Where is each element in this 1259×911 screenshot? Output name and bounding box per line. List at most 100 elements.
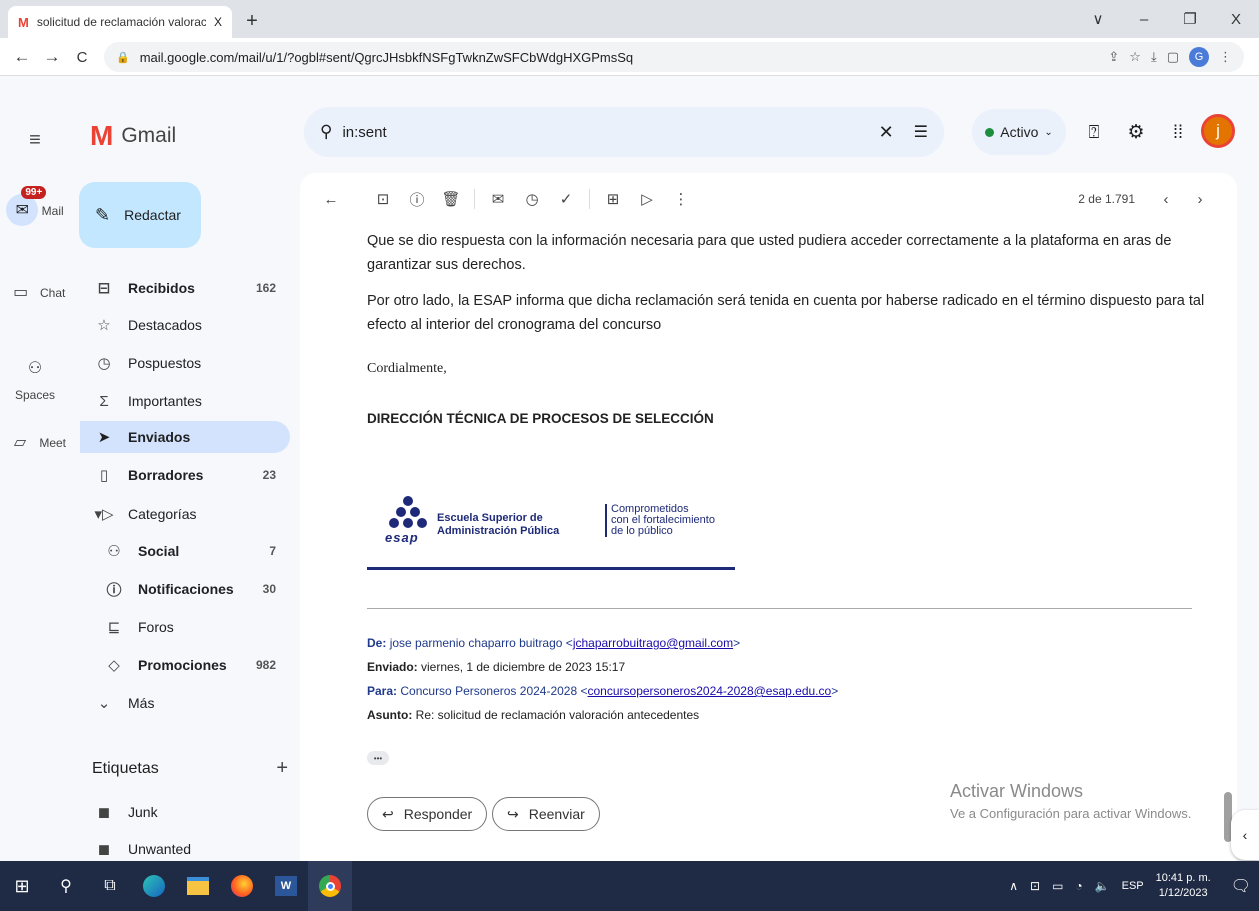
- side-panel-toggle-icon[interactable]: ‹: [1231, 810, 1259, 860]
- download-icon[interactable]: ⤓: [1151, 49, 1157, 65]
- reply-button[interactable]: ↩ Responder: [367, 797, 488, 831]
- add-label-icon[interactable]: +: [276, 757, 288, 780]
- sent-label: Enviado:: [367, 660, 418, 674]
- tab-close-icon[interactable]: X: [214, 15, 222, 29]
- archive-icon[interactable]: ⊡: [366, 182, 400, 216]
- notifications-icon[interactable]: 🗨: [1231, 876, 1251, 896]
- nav-updates[interactable]: ⓘ Notificaciones 30: [80, 573, 290, 605]
- windows-start-icon[interactable]: ⊞: [0, 861, 44, 911]
- task-view-icon[interactable]: ⧉: [88, 861, 132, 911]
- input-language[interactable]: ESP: [1122, 880, 1144, 892]
- newer-chevron-icon[interactable]: ‹: [1149, 182, 1183, 216]
- report-spam-icon[interactable]: ⓘ: [400, 182, 434, 216]
- apps-grid-icon[interactable]: ⁞⁞: [1166, 120, 1190, 144]
- tab-search-icon[interactable]: ∨: [1075, 0, 1121, 38]
- help-icon[interactable]: ⍰: [1082, 120, 1106, 144]
- delete-icon[interactable]: 🗑: [434, 182, 468, 216]
- browser-tab[interactable]: M solicitud de reclamación valorac X: [8, 6, 232, 38]
- label-as-icon[interactable]: ▷: [630, 182, 664, 216]
- add-task-icon[interactable]: ✓: [549, 182, 583, 216]
- forward-label: Reenviar: [528, 806, 585, 822]
- nav-snoozed[interactable]: ◷ Pospuestos: [80, 347, 290, 379]
- window-close-button[interactable]: X: [1213, 0, 1259, 38]
- profile-avatar[interactable]: G: [1189, 47, 1209, 67]
- forward-arrow-icon: ↪: [507, 805, 519, 822]
- more-options-icon[interactable]: ⋮: [664, 182, 698, 216]
- rail-mail-label: Mail: [41, 204, 64, 218]
- rail-meet[interactable]: ▱ Meet: [0, 426, 70, 462]
- word-icon[interactable]: W: [264, 861, 308, 911]
- meet-now-icon[interactable]: ⊡: [1030, 879, 1040, 893]
- nav-promotions[interactable]: ◇ Promociones 982: [80, 649, 290, 681]
- from-email-link[interactable]: jchaparrobuitrago@gmail.com: [573, 636, 733, 650]
- reload-button[interactable]: C: [70, 44, 94, 70]
- to-name: Concurso Personeros 2024-2028 <: [400, 684, 588, 698]
- search-options-icon[interactable]: ☰: [914, 122, 928, 142]
- rail-chat[interactable]: ▭ Chat: [0, 276, 70, 312]
- nav-sent[interactable]: ➤ Enviados: [80, 421, 290, 453]
- to-label: Para:: [367, 684, 398, 698]
- firefox-icon[interactable]: [220, 861, 264, 911]
- back-to-list-icon[interactable]: ←: [314, 182, 348, 216]
- mark-unread-icon[interactable]: ✉: [481, 182, 515, 216]
- search-bar[interactable]: ⚲ in:sent ✕ ☰: [304, 107, 944, 157]
- back-button[interactable]: ←: [10, 44, 34, 70]
- nav-categories[interactable]: ▾▷ Categorías: [80, 498, 290, 530]
- nav-snoozed-label: Pospuestos: [128, 355, 202, 371]
- from-name: jose parmenio chaparro buitrago <: [389, 636, 573, 650]
- forward-button[interactable]: →: [40, 44, 64, 70]
- signature-text: DIRECCIÓN TÉCNICA DE PROCESOS DE SELECCI…: [367, 411, 714, 426]
- share-icon[interactable]: ⇪: [1108, 49, 1119, 65]
- clock[interactable]: 10:41 p. m. 1/12/2023: [1156, 871, 1211, 901]
- label-junk[interactable]: ◼ Junk: [80, 796, 290, 828]
- move-to-icon[interactable]: ⊞: [596, 182, 630, 216]
- status-button[interactable]: Activo ⌄: [972, 109, 1066, 155]
- battery-icon[interactable]: ▭: [1052, 879, 1063, 893]
- older-chevron-icon[interactable]: ›: [1183, 182, 1217, 216]
- tray-chevron-up-icon[interactable]: ∧: [1009, 879, 1018, 893]
- body-paragraph: Que se dio respuesta con la información …: [367, 233, 1172, 273]
- search-input[interactable]: in:sent: [342, 124, 868, 141]
- nav-starred-label: Destacados: [128, 317, 202, 333]
- forward-button[interactable]: ↪ Reenviar: [492, 797, 600, 831]
- search-icon[interactable]: ⚲: [320, 122, 332, 142]
- nav-more[interactable]: ⌄ Más: [80, 687, 290, 719]
- nav-important[interactable]: Σ Importantes: [80, 385, 290, 417]
- spaces-icon: ⚇: [27, 360, 43, 377]
- main-menu-icon[interactable]: ≡: [18, 123, 52, 157]
- browser-tab-strip: M solicitud de reclamación valorac X + ∨…: [0, 0, 1259, 38]
- chrome-icon[interactable]: [308, 861, 352, 911]
- snooze-icon[interactable]: ◷: [515, 182, 549, 216]
- settings-gear-icon[interactable]: ⚙: [1124, 120, 1148, 144]
- nav-social[interactable]: ⚇ Social 7: [80, 535, 290, 567]
- send-icon: ➤: [97, 429, 111, 446]
- toolbar-divider: [589, 189, 590, 209]
- rail-spaces[interactable]: ⚇ Spaces: [0, 352, 70, 402]
- nav-forums-label: Foros: [138, 619, 174, 635]
- chevron-down-icon: ⌄: [97, 695, 111, 712]
- browser-toolbar: ← → C 🔒 mail.google.com/mail/u/1/?ogbl#s…: [0, 38, 1259, 76]
- restore-button[interactable]: ❐: [1167, 0, 1213, 38]
- account-avatar[interactable]: j: [1201, 114, 1235, 148]
- address-bar[interactable]: 🔒 mail.google.com/mail/u/1/?ogbl#sent/Qg…: [104, 42, 1244, 72]
- sidepanel-icon[interactable]: ▢: [1167, 49, 1179, 65]
- minimize-button[interactable]: –: [1121, 0, 1167, 38]
- browser-menu-icon[interactable]: ⋮: [1219, 49, 1232, 65]
- sent-line: Enviado: viernes, 1 de diciembre de 2023…: [367, 655, 1207, 679]
- nav-drafts[interactable]: ▯ Borradores 23: [80, 459, 290, 491]
- edge-icon[interactable]: [132, 861, 176, 911]
- search-icon[interactable]: ⚲: [44, 861, 88, 911]
- nav-forums[interactable]: ⊑ Foros: [80, 611, 290, 643]
- volume-icon[interactable]: 🔈: [1095, 879, 1110, 893]
- bookmark-star-icon[interactable]: ☆: [1129, 49, 1141, 65]
- wifi-icon[interactable]: ◔: [1075, 879, 1082, 893]
- nav-inbox[interactable]: ⊟ Recibidos 162: [80, 272, 290, 304]
- nav-starred[interactable]: ☆ Destacados: [80, 309, 290, 341]
- to-email-link[interactable]: concursopersoneros2024-2028@esap.edu.co: [588, 684, 832, 698]
- clear-search-icon[interactable]: ✕: [879, 122, 894, 143]
- nav-social-label: Social: [138, 543, 180, 559]
- file-explorer-icon[interactable]: [176, 861, 220, 911]
- new-tab-button[interactable]: +: [238, 9, 266, 33]
- rail-mail[interactable]: ✉ 99+ Mail: [0, 186, 70, 230]
- show-trimmed-button[interactable]: •••: [367, 751, 389, 765]
